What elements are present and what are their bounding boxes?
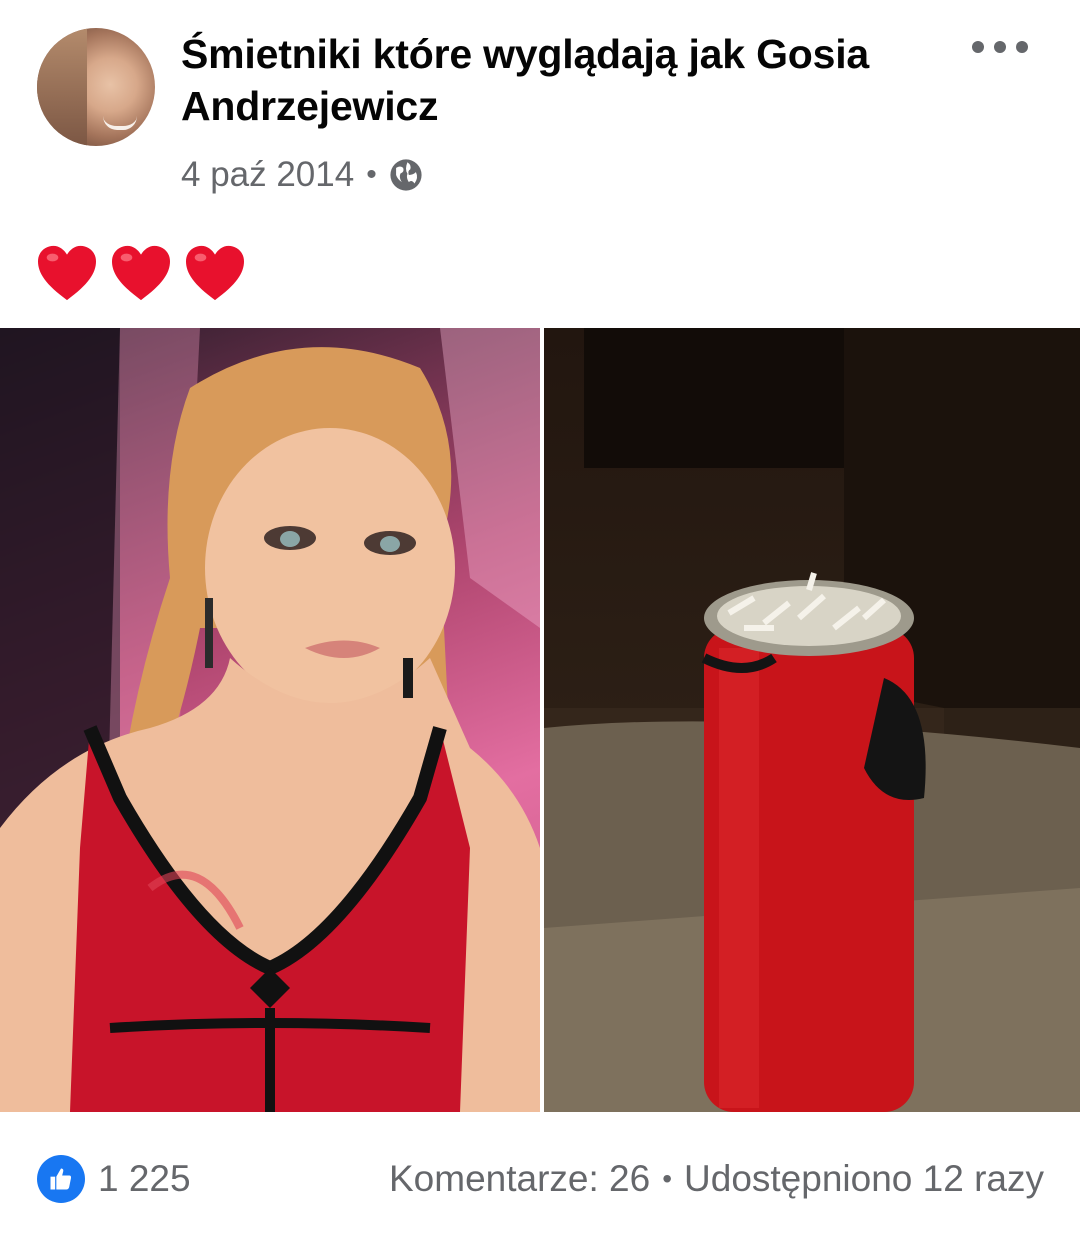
heart-icon: [38, 245, 96, 301]
comments-count[interactable]: Komentarze: 26: [389, 1154, 650, 1204]
like-thumb-icon[interactable]: [37, 1155, 85, 1203]
shares-count[interactable]: Udostępniono 12 razy: [684, 1154, 1044, 1204]
heart-icon: [186, 245, 244, 301]
more-options-icon[interactable]: [972, 32, 1028, 62]
post-stats: Komentarze: 26 • Udostępniono 12 razy: [389, 1154, 1044, 1204]
post-photo[interactable]: [0, 328, 1080, 1112]
avatar-hair-shape: [37, 28, 87, 146]
post-text-emojis: [36, 244, 246, 302]
post-footer: 1 225 Komentarze: 26 • Udostępniono 12 r…: [0, 1112, 1080, 1238]
red-ashtray-bin-photo: [544, 328, 1080, 1112]
more-dot: [1016, 41, 1028, 53]
globe-icon[interactable]: [389, 158, 423, 192]
woman-in-red-top-photo: [0, 328, 540, 1112]
avatar-smile-shape: [103, 116, 137, 130]
heart-icon: [112, 245, 170, 301]
post-meta: 4 paź 2014 •: [181, 153, 423, 197]
post-date[interactable]: 4 paź 2014: [181, 155, 354, 195]
meta-separator: •: [366, 158, 377, 191]
thumb-up-icon: [50, 1168, 72, 1190]
author-avatar[interactable]: [37, 28, 155, 146]
post-author-name[interactable]: Śmietniki które wyglądają jak Gosia Andr…: [181, 28, 901, 132]
more-dot: [994, 41, 1006, 53]
like-count[interactable]: 1 225: [98, 1154, 191, 1204]
more-dot: [972, 41, 984, 53]
stats-separator: •: [662, 1163, 673, 1194]
